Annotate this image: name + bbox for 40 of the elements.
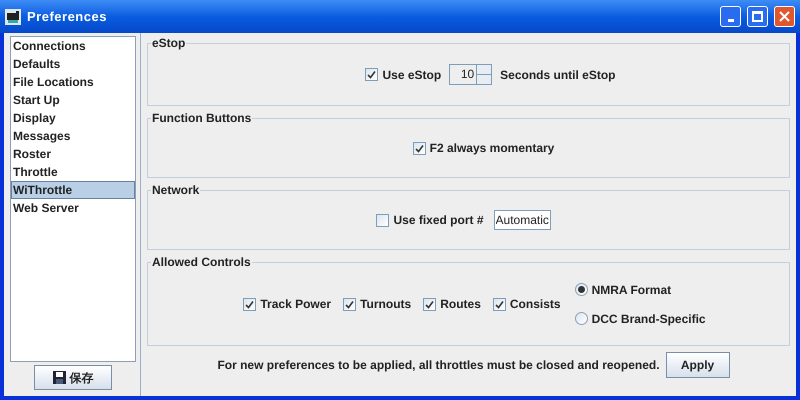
- radio-label: NMRA Format: [592, 282, 672, 298]
- checkbox[interactable]: [492, 298, 506, 310]
- footer-message: For new preferences to be applied, all throttles must be closed and reopened.: [217, 357, 660, 374]
- checkbox[interactable]: [412, 142, 426, 154]
- list-item[interactable]: WiThrottle: [11, 181, 135, 199]
- seconds-spinner[interactable]: 10: [449, 64, 492, 85]
- list-item[interactable]: Connections: [11, 37, 135, 55]
- list-item[interactable]: File Locations: [11, 73, 135, 91]
- checkbox-label: F2 always momentary: [430, 140, 554, 157]
- list-item[interactable]: Defaults: [11, 55, 135, 73]
- maximize-button[interactable]: [747, 6, 768, 27]
- apply-button[interactable]: Apply: [666, 352, 730, 378]
- checkbox-label: Turnouts: [360, 296, 412, 313]
- list-item[interactable]: Throttle: [11, 163, 135, 181]
- save-button[interactable]: 保存: [34, 365, 112, 390]
- checkbox[interactable]: [365, 68, 378, 81]
- list-item[interactable]: Roster: [11, 145, 135, 163]
- checkbox-label: Use fixed port #: [393, 212, 484, 229]
- checkbox[interactable]: [343, 298, 356, 310]
- close-button[interactable]: [774, 6, 795, 27]
- radio-label: DCC Brand-Specific: [592, 310, 706, 328]
- list-item[interactable]: Start Up: [11, 91, 135, 109]
- list-item[interactable]: Display: [11, 109, 135, 127]
- radio-button[interactable]: [574, 283, 588, 296]
- seconds-label: Seconds until eStop: [500, 66, 616, 84]
- list-item[interactable]: Web Server: [11, 199, 135, 217]
- checkbox[interactable]: [376, 214, 390, 226]
- window-title: Preferences: [27, 8, 108, 26]
- radio-button[interactable]: [574, 312, 588, 325]
- checkbox-label: Routes: [440, 296, 481, 313]
- checkbox[interactable]: [423, 298, 436, 310]
- port-field[interactable]: Automatic: [494, 210, 551, 230]
- list-item[interactable]: Messages: [11, 127, 135, 145]
- checkbox[interactable]: [243, 298, 256, 310]
- close-icon: [779, 11, 790, 22]
- checkbox-label: Track Power: [260, 296, 332, 313]
- checkbox-label: Consists: [510, 296, 561, 313]
- locomotive-icon: [5, 8, 21, 24]
- minimize-button[interactable]: [720, 6, 741, 27]
- checkbox-label: Use eStop: [382, 66, 442, 84]
